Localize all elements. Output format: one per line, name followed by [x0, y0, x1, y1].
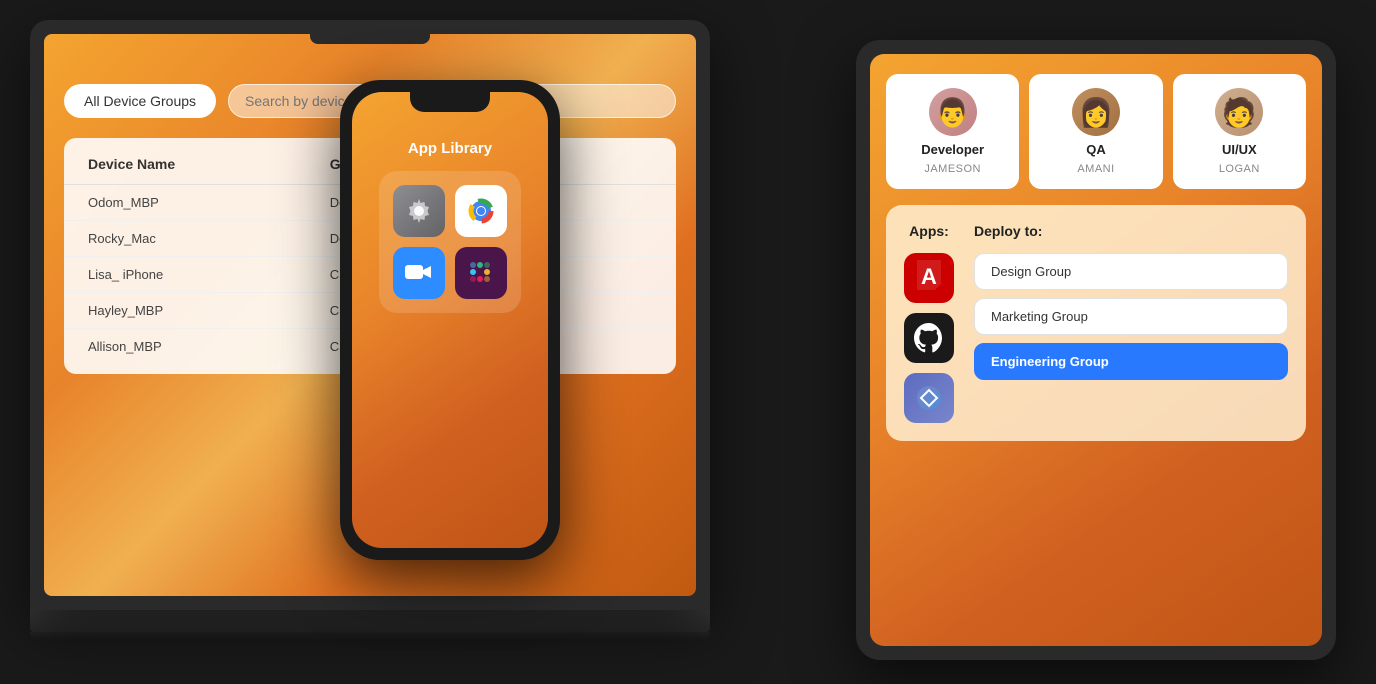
- macbook-foot: [30, 632, 710, 640]
- ipad-content: 👨 Developer JAMESON 👩 QA AMANI: [886, 74, 1306, 630]
- iphone-body: App Library: [340, 80, 560, 560]
- chrome-app-icon[interactable]: [455, 185, 507, 237]
- user-name-jameson: JAMESON: [924, 163, 981, 175]
- user-role-uiux: UI/UX: [1222, 142, 1257, 157]
- deploy-column: Deploy to: Design Group Marketing Group …: [974, 223, 1288, 423]
- linear-app-icon: [904, 373, 954, 423]
- all-device-groups-button[interactable]: All Device Groups: [64, 84, 216, 118]
- ipad-body: 👨 Developer JAMESON 👩 QA AMANI: [856, 40, 1336, 660]
- zoom-app-icon[interactable]: [393, 247, 445, 299]
- iphone-notch: [410, 92, 490, 112]
- settings-app-icon[interactable]: [393, 185, 445, 237]
- user-role-qa: QA: [1086, 142, 1106, 157]
- macbook-notch: [310, 34, 430, 44]
- device-name: Lisa_ iPhone: [88, 267, 330, 282]
- user-card-uiux: 🧑 UI/UX LOGAN: [1173, 74, 1306, 189]
- iphone-screen: App Library: [352, 92, 548, 548]
- svg-text:A: A: [921, 264, 937, 289]
- device-name: Odom_MBP: [88, 195, 330, 210]
- app-library-title: App Library: [408, 140, 492, 157]
- ipad: 👨 Developer JAMESON 👩 QA AMANI: [856, 40, 1336, 660]
- user-cards-row: 👨 Developer JAMESON 👩 QA AMANI: [886, 74, 1306, 189]
- acrobat-app-icon: A: [904, 253, 954, 303]
- avatar-jameson: 👨: [929, 88, 977, 136]
- app-grid: [379, 171, 521, 313]
- user-name-amani: AMANI: [1077, 163, 1114, 175]
- engineering-group-button[interactable]: Engineering Group: [974, 343, 1288, 380]
- slack-app-icon[interactable]: [455, 247, 507, 299]
- design-group-button[interactable]: Design Group: [974, 253, 1288, 290]
- github-app-icon: [904, 313, 954, 363]
- device-name: Allison_MBP: [88, 339, 330, 354]
- avatar-amani: 👩: [1072, 88, 1120, 136]
- user-card-developer: 👨 Developer JAMESON: [886, 74, 1019, 189]
- deploy-panel: Apps: A: [886, 205, 1306, 441]
- deploy-to-label: Deploy to:: [974, 223, 1288, 239]
- scene: All Device Groups Device Name Group M Od…: [0, 0, 1376, 684]
- iphone-content: App Library: [352, 122, 548, 548]
- user-role-developer: Developer: [921, 142, 984, 157]
- user-card-qa: 👩 QA AMANI: [1029, 74, 1162, 189]
- macbook-base: [30, 610, 710, 632]
- marketing-group-button[interactable]: Marketing Group: [974, 298, 1288, 335]
- iphone: App Library: [340, 80, 560, 560]
- user-name-logan: LOGAN: [1219, 163, 1260, 175]
- device-name: Hayley_MBP: [88, 303, 330, 318]
- col-device-name: Device Name: [88, 156, 330, 172]
- apps-label: Apps:: [909, 223, 949, 239]
- avatar-logan: 🧑: [1215, 88, 1263, 136]
- device-name: Rocky_Mac: [88, 231, 330, 246]
- ipad-screen: 👨 Developer JAMESON 👩 QA AMANI: [870, 54, 1322, 646]
- apps-column: Apps: A: [904, 223, 954, 423]
